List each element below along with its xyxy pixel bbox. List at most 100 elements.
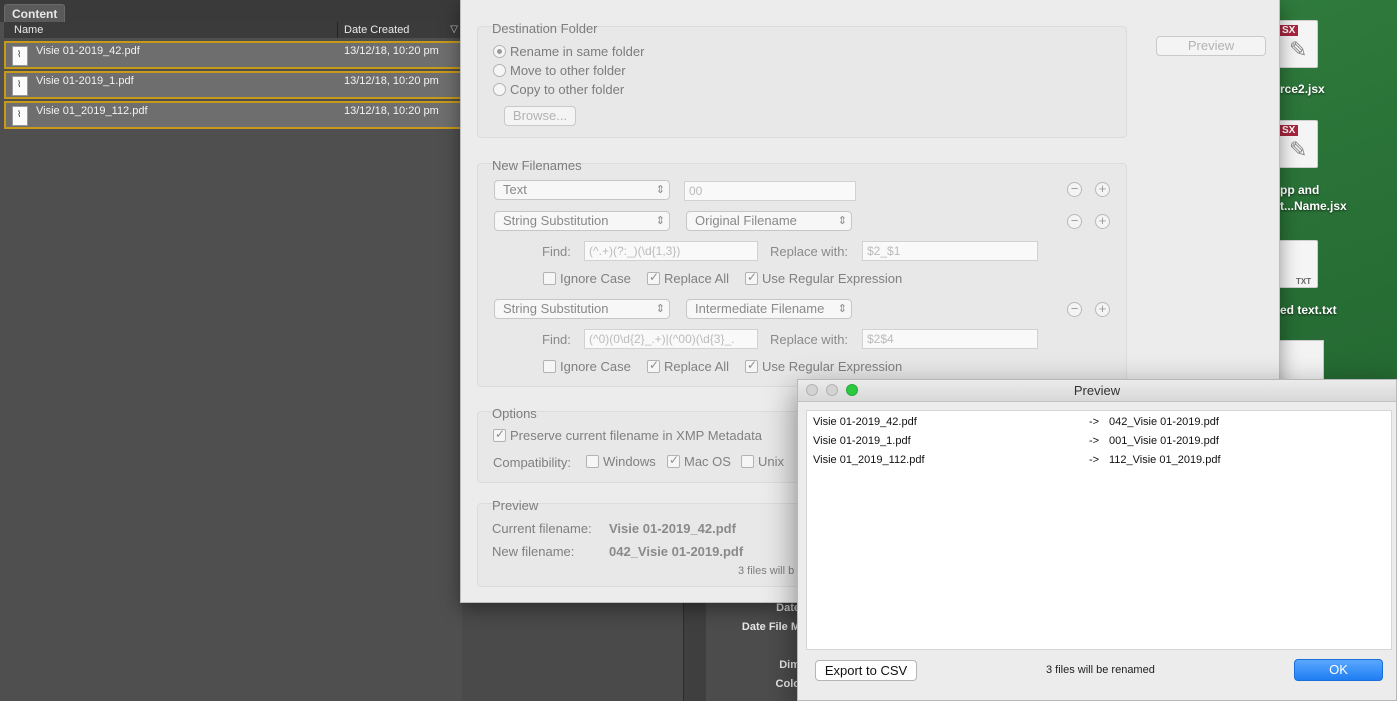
find-label: Find: xyxy=(542,332,571,347)
radio-move-other-folder[interactable]: Move to other folder xyxy=(493,63,626,78)
source-select[interactable]: Intermediate Filename xyxy=(686,299,852,319)
checkbox-icon[interactable] xyxy=(741,455,754,468)
export-csv-button[interactable]: Export to CSV xyxy=(815,660,917,681)
preview-titlebar[interactable]: Preview xyxy=(798,380,1396,402)
file-row[interactable]: Visie 01-2019_42.pdf 13/12/18, 10:20 pm xyxy=(4,41,466,69)
desktop-icon-label[interactable]: t...Name.jsx xyxy=(1280,199,1347,213)
text-value-field[interactable]: 00 xyxy=(684,181,856,201)
compatibility-label: Compatibility: xyxy=(493,455,572,470)
checkbox-label: Unix xyxy=(758,454,785,469)
preview-window-title: Preview xyxy=(1073,383,1121,398)
file-date: 13/12/18, 10:20 pm xyxy=(344,45,439,57)
use-regex-checkbox[interactable]: Use Regular Expression xyxy=(745,270,903,286)
preview-button[interactable]: Preview xyxy=(1156,36,1266,56)
macos-checkbox[interactable]: Mac OS xyxy=(667,453,731,469)
add-row-button[interactable]: + xyxy=(1095,302,1110,317)
metadata-list: Date Date File M I Dim Colo xyxy=(706,600,804,701)
content-tab-bar: Content xyxy=(0,0,462,22)
remove-row-button[interactable]: − xyxy=(1067,214,1082,229)
checkbox-label: Use Regular Expression xyxy=(762,359,903,374)
ignore-case-checkbox[interactable]: Ignore Case xyxy=(543,271,631,286)
sort-chevron-icon[interactable]: ▽ xyxy=(450,22,458,38)
column-date-header[interactable]: Date Created xyxy=(344,22,409,38)
checkbox-checked-icon[interactable] xyxy=(745,270,758,285)
file-row[interactable]: Visie 01-2019_1.pdf 13/12/18, 10:20 pm xyxy=(4,71,466,99)
find-field[interactable]: (^.+)(?:_)(\d{1,3}) xyxy=(584,241,758,261)
file-row[interactable]: Visie 01_2019_112.pdf 13/12/18, 10:20 pm xyxy=(4,101,466,129)
ok-button[interactable]: OK xyxy=(1294,659,1383,681)
replace-with-label: Replace with: xyxy=(770,332,849,347)
checkbox-label: Use Regular Expression xyxy=(762,271,903,286)
radio-label: Move to other folder xyxy=(510,63,626,78)
find-field[interactable]: (^0)(0\d{2}_.+)|(^00)(\d{3}_. xyxy=(584,329,758,349)
column-divider[interactable] xyxy=(337,22,338,38)
add-row-button[interactable]: + xyxy=(1095,214,1110,229)
radio-selected-icon[interactable] xyxy=(493,45,506,58)
preview-section-title: Preview xyxy=(492,498,539,513)
radio-rename-same-folder[interactable]: Rename in same folder xyxy=(493,44,644,59)
checkbox-label: Mac OS xyxy=(684,454,731,469)
script-icon: ✎ xyxy=(1289,137,1308,162)
radio-icon[interactable] xyxy=(493,64,506,77)
element-type-select[interactable]: Text xyxy=(494,180,670,200)
element-type-select[interactable]: String Substitution xyxy=(494,299,670,319)
pdf-thumbnail-icon xyxy=(12,76,28,96)
checkbox-checked-icon[interactable] xyxy=(647,270,660,285)
checkbox-checked-icon[interactable] xyxy=(667,453,680,468)
txt-file-icon[interactable]: TXT xyxy=(1278,240,1318,288)
radio-icon[interactable] xyxy=(493,83,506,96)
current-filename-label: Current filename: xyxy=(492,521,592,536)
remove-row-button[interactable]: − xyxy=(1067,302,1082,317)
document-thumbnail-icon[interactable] xyxy=(1278,340,1324,380)
list-item[interactable]: Visie 01-2019_1.pdf -> 001_Visie 01-2019… xyxy=(813,432,1387,450)
radio-copy-other-folder[interactable]: Copy to other folder xyxy=(493,82,624,97)
checkbox-icon[interactable] xyxy=(586,455,599,468)
element-type-select[interactable]: String Substitution xyxy=(494,211,670,231)
list-item[interactable]: Visie 01_2019_112.pdf -> 112_Visie 01_20… xyxy=(813,451,1387,469)
desktop-icon-label[interactable]: pp and xyxy=(1280,183,1319,197)
add-row-button[interactable]: + xyxy=(1095,182,1110,197)
checkbox-label: Ignore Case xyxy=(560,271,631,286)
current-filename-value: Visie 01-2019_42.pdf xyxy=(609,521,736,536)
desktop-icon-label[interactable]: rce2.jsx xyxy=(1280,82,1325,96)
checkbox-label: Windows xyxy=(603,454,656,469)
browse-button[interactable]: Browse... xyxy=(504,106,576,126)
tab-content[interactable]: Content xyxy=(4,4,66,22)
unix-checkbox[interactable]: Unix xyxy=(741,454,784,469)
checkbox-checked-icon[interactable] xyxy=(493,427,506,442)
radio-label: Rename in same folder xyxy=(510,44,645,59)
ignore-case-checkbox[interactable]: Ignore Case xyxy=(543,359,631,374)
replace-all-checkbox[interactable]: Replace All xyxy=(647,270,729,286)
replace-field[interactable]: $2_$1 xyxy=(862,241,1038,261)
replace-field[interactable]: $2$4 xyxy=(862,329,1038,349)
jsx-file-icon[interactable]: SX ✎ xyxy=(1278,20,1318,68)
list-item[interactable]: Visie 01-2019_42.pdf -> 042_Visie 01-201… xyxy=(813,413,1387,431)
source-select[interactable]: Original Filename xyxy=(686,211,852,231)
checkbox-label: Ignore Case xyxy=(560,359,631,374)
jsx-file-icon[interactable]: SX ✎ xyxy=(1278,120,1318,168)
rename-preview-list[interactable]: Visie 01-2019_42.pdf -> 042_Visie 01-201… xyxy=(806,410,1392,650)
arrow-text: -> xyxy=(1089,435,1100,447)
checkbox-icon[interactable] xyxy=(543,360,556,373)
replace-with-label: Replace with: xyxy=(770,244,849,259)
replace-all-checkbox[interactable]: Replace All xyxy=(647,358,730,374)
column-name-header[interactable]: Name xyxy=(14,22,43,38)
new-filename: 112_Visie 01_2019.pdf xyxy=(1109,454,1221,466)
desktop-icon-label[interactable]: ed text.txt xyxy=(1280,303,1337,317)
arrow-text: -> xyxy=(1089,454,1100,466)
metadata-label: Date File M xyxy=(741,621,800,633)
checkbox-label: Replace All xyxy=(664,359,730,374)
file-type-tag: TXT xyxy=(1296,277,1312,286)
checkbox-checked-icon[interactable] xyxy=(647,358,660,373)
checkbox-icon[interactable] xyxy=(543,272,556,285)
file-date: 13/12/18, 10:20 pm xyxy=(344,75,439,87)
remove-row-button[interactable]: − xyxy=(1067,182,1082,197)
preserve-xmp-checkbox[interactable]: Preserve current filename in XMP Metadat… xyxy=(493,427,762,443)
script-icon: ✎ xyxy=(1289,37,1308,62)
windows-checkbox[interactable]: Windows xyxy=(586,454,656,469)
use-regex-checkbox[interactable]: Use Regular Expression xyxy=(745,358,903,374)
rename-status-text: 3 files will be renamed xyxy=(1046,664,1155,676)
options-title: Options xyxy=(492,406,537,421)
checkbox-checked-icon[interactable] xyxy=(745,358,758,373)
file-type-tag: SX xyxy=(1279,125,1299,136)
